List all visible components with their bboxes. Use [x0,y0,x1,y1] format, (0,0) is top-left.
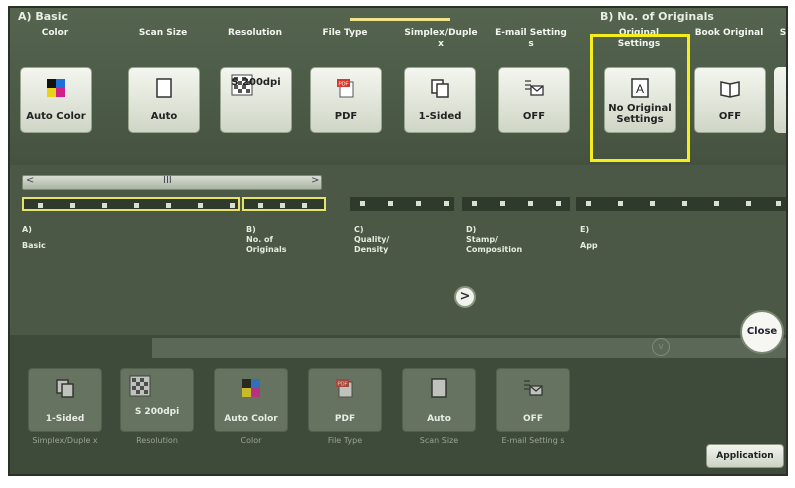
tab-basic-label: Basic [22,241,46,250]
tab-stamp-letter: D) [466,225,477,234]
tab-originals-letter: B) [246,225,256,234]
book-original-value: OFF [718,111,742,122]
tab-no-of-originals[interactable] [242,197,326,211]
header-color: Color [41,28,69,38]
page-icon [156,78,172,98]
tab-basic-letter: A) [22,225,32,234]
email-icon [524,380,543,396]
shortcut-file-type-value: PDF [334,414,356,424]
tab-quality-label: Quality/ Density [354,235,390,254]
email-icon [525,80,544,96]
shortcut-resolution-button[interactable]: S 200dpi [120,368,194,432]
resolution-icon [129,375,151,397]
next-page-button[interactable]: > [454,286,476,308]
scan-size-button[interactable]: Auto [128,67,200,133]
resolution-button[interactable]: S 200dpi [220,67,292,133]
simplex-button[interactable]: 1-Sided [404,67,476,133]
header-email: E-mail Setting s [495,28,567,49]
scan-screen: A) Basic B) No. of Originals Color Scan … [8,6,788,476]
tab-app-label: App [580,241,598,250]
simplex-icon [56,379,74,398]
svg-text:PDF: PDF [338,381,348,387]
tab-quality-density[interactable] [350,197,454,211]
shortcut-color-label: Color [240,436,262,445]
pdf-icon: PDF [336,379,353,398]
color-icon [47,79,65,97]
group-basic-title: A) Basic [18,10,69,23]
partial-button[interactable] [774,67,786,133]
scroll-left-arrow[interactable]: < [26,175,34,186]
shortcut-email-label: E-mail Setting s [501,436,565,445]
shortcut-scan-size-label: Scan Size [419,436,459,445]
tab-app[interactable] [576,197,786,211]
file-type-value: PDF [334,111,358,122]
book-icon [720,81,740,98]
close-button[interactable]: Close [740,310,784,354]
shortcut-resolution-label: Resolution [136,436,178,445]
top-notch [350,8,450,21]
color-icon [242,379,260,397]
shortcut-simplex-button[interactable]: 1-Sided [28,368,102,432]
scroll-right-arrow[interactable]: > [311,175,319,186]
application-button[interactable]: Application [706,444,784,468]
pdf-icon: PDF [337,79,354,98]
highlight-box [590,34,690,162]
scan-size-value: Auto [150,111,178,122]
group-originals-title: B) No. of Originals [600,10,714,23]
color-button[interactable]: Auto Color [20,67,92,133]
tab-app-letter: E) [580,225,590,234]
email-settings-button[interactable]: OFF [498,67,570,133]
header-book-original: Book Original [694,28,764,38]
tab-stamp-label: Stamp/ Composition [466,235,523,254]
book-original-button[interactable]: OFF [694,67,766,133]
shortcut-color-value: Auto Color [224,414,278,424]
tab-originals-label: No. of Originals [246,235,287,254]
tab-quality-letter: C) [354,225,364,234]
header-cut-off: S [779,28,787,38]
header-scan-size: Scan Size [138,28,188,38]
tab-basic[interactable] [22,197,240,211]
chevron-down-icon: v [652,338,670,356]
svg-text:PDF: PDF [339,81,349,87]
shortcut-simplex-value: 1-Sided [45,414,85,424]
shortcut-email-value: OFF [523,414,543,424]
shortcut-file-type-label: File Type [327,436,363,445]
tab-stamp-composition[interactable] [462,197,570,211]
file-type-button[interactable]: PDF PDF [310,67,382,133]
shortcut-scan-size-button[interactable]: Auto [402,368,476,432]
shortcut-resolution-value: S 200dpi [134,407,180,417]
resolution-value: S 200dpi [231,77,281,88]
simplex-value: 1-Sided [418,111,462,122]
shortcut-email-button[interactable]: OFF [496,368,570,432]
scroll-thumb-grip: III [163,175,172,186]
header-file-type: File Type [322,28,368,38]
header-resolution: Resolution [227,28,283,38]
shortcut-scan-size-value: Auto [427,414,451,424]
shortcut-strip: v [152,338,786,358]
shortcut-color-button[interactable]: Auto Color [214,368,288,432]
header-simplex: Simplex/Duple x [404,28,478,49]
email-value: OFF [522,111,546,122]
page-icon [431,378,447,398]
tab-navigator: < III > A) Basic B) No. of Originals C) … [10,165,786,335]
shortcut-simplex-label: Simplex/Duple x [32,436,98,445]
shortcut-file-type-button[interactable]: PDF PDF [308,368,382,432]
simplex-icon [431,79,449,98]
color-value: Auto Color [26,111,86,122]
horizontal-scrollbar[interactable]: < III > [22,175,322,190]
